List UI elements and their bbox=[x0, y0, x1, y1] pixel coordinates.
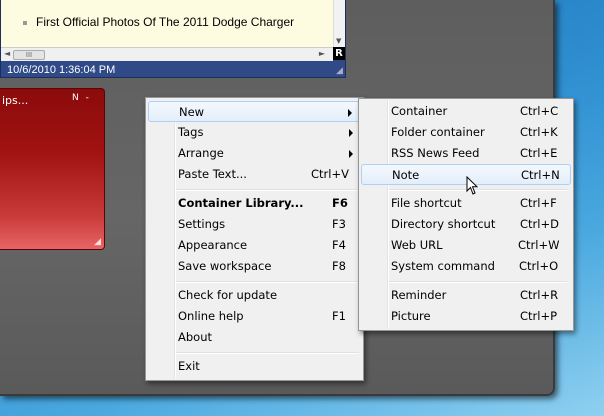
menu-separator bbox=[176, 352, 359, 354]
menu-item-tags[interactable]: Tags bbox=[148, 122, 361, 143]
menu-item-exit[interactable]: Exit bbox=[148, 356, 361, 377]
menu-item-shortcut: F8 bbox=[332, 259, 346, 273]
menu-item-shortcut: F4 bbox=[332, 238, 346, 252]
mouse-pointer-icon bbox=[466, 176, 479, 195]
menu-item-label: Note bbox=[392, 168, 420, 182]
scroll-thumb[interactable]: III bbox=[13, 50, 45, 60]
menu-item-container-library[interactable]: Container Library... F6 bbox=[148, 193, 361, 214]
submenu-item-container[interactable]: Container Ctrl+C bbox=[361, 101, 571, 122]
menu-item-label: New bbox=[179, 105, 205, 119]
menu-item-label: Arrange bbox=[178, 146, 224, 160]
submenu-item-system-command[interactable]: System command Ctrl+O bbox=[361, 256, 571, 277]
vertical-scrollbar[interactable]: ▼ bbox=[333, 0, 345, 47]
note-timestamp: 10/6/2010 1:36:04 PM bbox=[7, 64, 116, 76]
menu-item-new[interactable]: New bbox=[148, 101, 361, 122]
submenu-item-file-shortcut[interactable]: File shortcut Ctrl+F bbox=[361, 193, 571, 214]
red-note-title: ips... bbox=[2, 94, 29, 107]
menu-item-shortcut: F3 bbox=[332, 217, 346, 231]
menu-item-label: Directory shortcut bbox=[391, 217, 496, 231]
menu-item-label: Save workspace bbox=[178, 259, 272, 273]
menu-item-shortcut: F1 bbox=[332, 309, 346, 323]
menu-separator bbox=[389, 281, 567, 283]
menu-item-shortcut: Ctrl+F bbox=[520, 196, 557, 210]
scroll-down-icon[interactable]: ▼ bbox=[336, 37, 341, 45]
menu-item-appearance[interactable]: Appearance F4 bbox=[148, 235, 361, 256]
menu-item-label: File shortcut bbox=[391, 196, 462, 210]
note-r-badge[interactable]: R bbox=[333, 47, 345, 60]
menu-item-check-for-update[interactable]: Check for update bbox=[148, 285, 361, 306]
red-sticky-note[interactable]: ips... N - ◢ bbox=[0, 88, 105, 250]
scroll-left-icon[interactable]: ◄ bbox=[4, 49, 10, 58]
menu-item-label: Settings bbox=[178, 217, 226, 231]
note-content-area[interactable]: First Official Photos Of The 2011 Dodge … bbox=[1, 0, 333, 47]
menu-item-shortcut: Ctrl+K bbox=[520, 125, 558, 139]
menu-item-label: Online help bbox=[178, 309, 244, 323]
submenu-item-directory-shortcut[interactable]: Directory shortcut Ctrl+D bbox=[361, 214, 571, 235]
menu-item-shortcut: Ctrl+V bbox=[311, 167, 349, 181]
menu-item-label: Paste Text... bbox=[178, 167, 247, 181]
menu-item-paste-text[interactable]: Paste Text... Ctrl+V bbox=[148, 164, 361, 185]
chevron-right-icon bbox=[348, 109, 352, 117]
chevron-right-icon bbox=[349, 150, 353, 158]
menu-item-shortcut: Ctrl+O bbox=[519, 259, 559, 273]
note-widget[interactable]: First Official Photos Of The 2011 Dodge … bbox=[0, 0, 346, 78]
menu-item-online-help[interactable]: Online help F1 bbox=[148, 306, 361, 327]
menu-item-label: RSS News Feed bbox=[391, 146, 480, 160]
menu-item-label: Container bbox=[391, 104, 448, 118]
menu-separator bbox=[176, 189, 359, 191]
submenu-item-folder-container[interactable]: Folder container Ctrl+K bbox=[361, 122, 571, 143]
menu-item-label: Reminder bbox=[391, 288, 447, 302]
menu-item-label: Folder container bbox=[391, 125, 485, 139]
menu-item-shortcut: Ctrl+P bbox=[520, 309, 558, 323]
menu-item-shortcut: Ctrl+R bbox=[520, 288, 559, 302]
menu-item-label: Web URL bbox=[391, 238, 443, 252]
menu-item-label: About bbox=[178, 330, 213, 344]
resize-grip-icon[interactable]: ◢ bbox=[94, 237, 101, 247]
menu-item-label: Picture bbox=[391, 309, 431, 323]
submenu-item-picture[interactable]: Picture Ctrl+P bbox=[361, 306, 571, 327]
menu-item-shortcut: F6 bbox=[332, 196, 348, 210]
red-note-controls[interactable]: N - bbox=[72, 93, 91, 103]
horizontal-scrollbar[interactable]: ◄ III ► bbox=[1, 47, 333, 61]
menu-item-arrange[interactable]: Arrange bbox=[148, 143, 361, 164]
note-item-text[interactable]: First Official Photos Of The 2011 Dodge … bbox=[36, 15, 294, 29]
menu-item-settings[interactable]: Settings F3 bbox=[148, 214, 361, 235]
menu-item-label: Check for update bbox=[178, 288, 278, 302]
submenu-item-web-url[interactable]: Web URL Ctrl+W bbox=[361, 235, 571, 256]
menu-item-save-workspace[interactable]: Save workspace F8 bbox=[148, 256, 361, 277]
menu-item-label: System command bbox=[391, 259, 495, 273]
menu-item-shortcut: Ctrl+C bbox=[520, 104, 559, 118]
submenu-item-reminder[interactable]: Reminder Ctrl+R bbox=[361, 285, 571, 306]
menu-item-about[interactable]: About bbox=[148, 327, 361, 348]
chevron-right-icon bbox=[349, 129, 353, 137]
context-menu: New Tags Arrange Paste Text... Ctrl+V Co… bbox=[145, 97, 364, 381]
menu-item-label: Exit bbox=[178, 359, 200, 373]
menu-item-label: Tags bbox=[178, 125, 204, 139]
bullet-icon bbox=[23, 21, 27, 25]
resize-grip-icon[interactable]: ◢ bbox=[336, 66, 343, 76]
menu-item-shortcut: Ctrl+N bbox=[521, 168, 560, 182]
menu-separator bbox=[176, 281, 359, 283]
submenu-item-rss-news-feed[interactable]: RSS News Feed Ctrl+E bbox=[361, 143, 571, 164]
menu-item-shortcut: Ctrl+W bbox=[518, 238, 560, 252]
new-submenu: Container Ctrl+C Folder container Ctrl+K… bbox=[358, 98, 574, 331]
menu-item-label: Container Library... bbox=[178, 196, 304, 210]
scroll-right-icon[interactable]: ► bbox=[319, 49, 325, 58]
menu-item-shortcut: Ctrl+E bbox=[520, 146, 558, 160]
menu-item-label: Appearance bbox=[178, 238, 248, 252]
menu-item-shortcut: Ctrl+D bbox=[520, 217, 559, 231]
